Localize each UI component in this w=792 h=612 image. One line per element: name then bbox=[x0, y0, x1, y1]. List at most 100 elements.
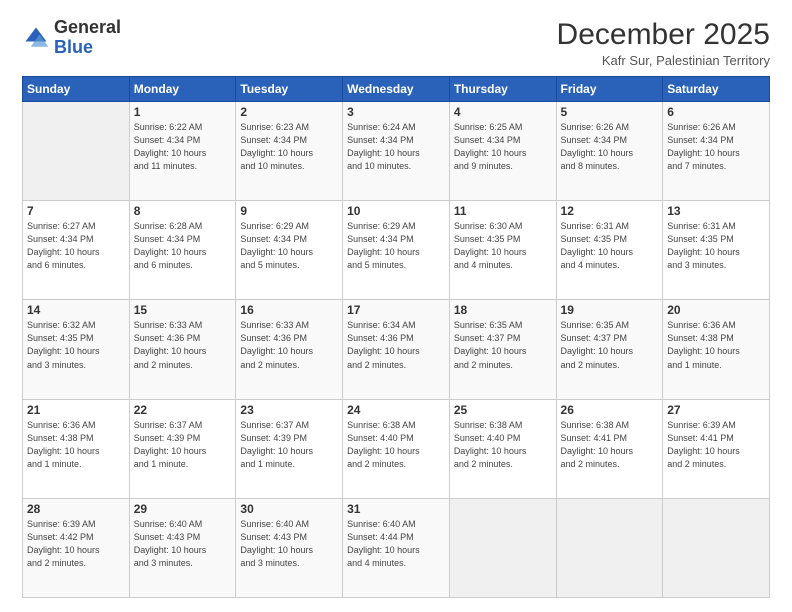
day-info: Sunrise: 6:37 AMSunset: 4:39 PMDaylight:… bbox=[134, 419, 232, 471]
day-number: 13 bbox=[667, 204, 765, 218]
table-cell: 7 Sunrise: 6:27 AMSunset: 4:34 PMDaylight… bbox=[23, 201, 130, 300]
day-info: Sunrise: 6:35 AMSunset: 4:37 PMDaylight:… bbox=[454, 319, 552, 371]
table-cell: 6Sunrise: 6:26 AMSunset: 4:34 PMDaylight… bbox=[663, 102, 770, 201]
day-number: 27 bbox=[667, 403, 765, 417]
table-cell: 25 Sunrise: 6:38 AMSunset: 4:40 PMDayligh… bbox=[449, 399, 556, 498]
table-cell: 28 Sunrise: 6:39 AMSunset: 4:42 PMDayligh… bbox=[23, 498, 130, 597]
table-cell bbox=[663, 498, 770, 597]
logo-text: General Blue bbox=[54, 18, 121, 58]
header: General Blue December 2025 Kafr Sur, Pal… bbox=[22, 18, 770, 68]
day-info: Sunrise: 6:31 AMSunset: 4:35 PMDaylight:… bbox=[667, 220, 765, 272]
day-info: Sunrise: 6:36 AMSunset: 4:38 PMDaylight:… bbox=[27, 419, 125, 471]
day-number: 6 bbox=[667, 105, 765, 119]
week-row-5: 28 Sunrise: 6:39 AMSunset: 4:42 PMDayligh… bbox=[23, 498, 770, 597]
table-cell: 16 Sunrise: 6:33 AMSunset: 4:36 PMDayligh… bbox=[236, 300, 343, 399]
table-cell: 8 Sunrise: 6:28 AMSunset: 4:34 PMDaylight… bbox=[129, 201, 236, 300]
day-info: Sunrise: 6:40 AMSunset: 4:44 PMDaylight:… bbox=[347, 518, 445, 570]
day-info: Sunrise: 6:22 AMSunset: 4:34 PMDaylight:… bbox=[134, 121, 232, 173]
day-info: Sunrise: 6:27 AMSunset: 4:34 PMDaylight:… bbox=[27, 220, 125, 272]
day-number: 9 bbox=[240, 204, 338, 218]
day-info: Sunrise: 6:38 AMSunset: 4:40 PMDaylight:… bbox=[454, 419, 552, 471]
day-info: Sunrise: 6:38 AMSunset: 4:41 PMDaylight:… bbox=[561, 419, 659, 471]
title-block: December 2025 Kafr Sur, Palestinian Terr… bbox=[557, 18, 770, 68]
day-number: 24 bbox=[347, 403, 445, 417]
day-info: Sunrise: 6:39 AMSunset: 4:42 PMDaylight:… bbox=[27, 518, 125, 570]
day-info: Sunrise: 6:32 AMSunset: 4:35 PMDaylight:… bbox=[27, 319, 125, 371]
table-cell bbox=[449, 498, 556, 597]
day-number: 2 bbox=[240, 105, 338, 119]
day-info: Sunrise: 6:40 AMSunset: 4:43 PMDaylight:… bbox=[134, 518, 232, 570]
table-cell: 20Sunrise: 6:36 AMSunset: 4:38 PMDayligh… bbox=[663, 300, 770, 399]
day-number: 30 bbox=[240, 502, 338, 516]
day-header-wednesday: Wednesday bbox=[343, 77, 450, 102]
days-of-week-row: SundayMondayTuesdayWednesdayThursdayFrid… bbox=[23, 77, 770, 102]
day-info: Sunrise: 6:30 AMSunset: 4:35 PMDaylight:… bbox=[454, 220, 552, 272]
day-header-friday: Friday bbox=[556, 77, 663, 102]
day-info: Sunrise: 6:25 AMSunset: 4:34 PMDaylight:… bbox=[454, 121, 552, 173]
day-info: Sunrise: 6:33 AMSunset: 4:36 PMDaylight:… bbox=[240, 319, 338, 371]
day-number: 23 bbox=[240, 403, 338, 417]
day-number: 17 bbox=[347, 303, 445, 317]
day-header-thursday: Thursday bbox=[449, 77, 556, 102]
day-number: 28 bbox=[27, 502, 125, 516]
table-cell: 31 Sunrise: 6:40 AMSunset: 4:44 PMDayligh… bbox=[343, 498, 450, 597]
logo-icon bbox=[22, 24, 50, 52]
table-cell bbox=[23, 102, 130, 201]
day-number: 29 bbox=[134, 502, 232, 516]
table-cell: 14Sunrise: 6:32 AMSunset: 4:35 PMDayligh… bbox=[23, 300, 130, 399]
day-info: Sunrise: 6:28 AMSunset: 4:34 PMDaylight:… bbox=[134, 220, 232, 272]
day-number: 15 bbox=[134, 303, 232, 317]
table-cell: 24 Sunrise: 6:38 AMSunset: 4:40 PMDayligh… bbox=[343, 399, 450, 498]
calendar-body: 1 Sunrise: 6:22 AMSunset: 4:34 PMDaylight… bbox=[23, 102, 770, 598]
logo: General Blue bbox=[22, 18, 121, 58]
table-cell bbox=[556, 498, 663, 597]
table-cell: 11 Sunrise: 6:30 AMSunset: 4:35 PMDayligh… bbox=[449, 201, 556, 300]
table-cell: 18 Sunrise: 6:35 AMSunset: 4:37 PMDayligh… bbox=[449, 300, 556, 399]
day-number: 7 bbox=[27, 204, 125, 218]
table-cell: 5 Sunrise: 6:26 AMSunset: 4:34 PMDaylight… bbox=[556, 102, 663, 201]
day-info: Sunrise: 6:37 AMSunset: 4:39 PMDaylight:… bbox=[240, 419, 338, 471]
table-cell: 9Sunrise: 6:29 AMSunset: 4:34 PMDaylight… bbox=[236, 201, 343, 300]
table-cell: 2 Sunrise: 6:23 AMSunset: 4:34 PMDaylight… bbox=[236, 102, 343, 201]
page: General Blue December 2025 Kafr Sur, Pal… bbox=[0, 0, 792, 612]
day-info: Sunrise: 6:38 AMSunset: 4:40 PMDaylight:… bbox=[347, 419, 445, 471]
day-number: 19 bbox=[561, 303, 659, 317]
day-number: 16 bbox=[240, 303, 338, 317]
day-number: 12 bbox=[561, 204, 659, 218]
day-info: Sunrise: 6:33 AMSunset: 4:36 PMDaylight:… bbox=[134, 319, 232, 371]
table-cell: 17Sunrise: 6:34 AMSunset: 4:36 PMDayligh… bbox=[343, 300, 450, 399]
subtitle: Kafr Sur, Palestinian Territory bbox=[557, 53, 770, 68]
week-row-3: 14Sunrise: 6:32 AMSunset: 4:35 PMDayligh… bbox=[23, 300, 770, 399]
table-cell: 21Sunrise: 6:36 AMSunset: 4:38 PMDayligh… bbox=[23, 399, 130, 498]
day-number: 8 bbox=[134, 204, 232, 218]
table-cell: 19 Sunrise: 6:35 AMSunset: 4:37 PMDayligh… bbox=[556, 300, 663, 399]
day-number: 22 bbox=[134, 403, 232, 417]
calendar-header: SundayMondayTuesdayWednesdayThursdayFrid… bbox=[23, 77, 770, 102]
week-row-2: 7 Sunrise: 6:27 AMSunset: 4:34 PMDaylight… bbox=[23, 201, 770, 300]
day-number: 18 bbox=[454, 303, 552, 317]
table-cell: 13 Sunrise: 6:31 AMSunset: 4:35 PMDayligh… bbox=[663, 201, 770, 300]
day-info: Sunrise: 6:26 AMSunset: 4:34 PMDaylight:… bbox=[561, 121, 659, 173]
day-info: Sunrise: 6:23 AMSunset: 4:34 PMDaylight:… bbox=[240, 121, 338, 173]
table-cell: 10 Sunrise: 6:29 AMSunset: 4:34 PMDayligh… bbox=[343, 201, 450, 300]
day-number: 31 bbox=[347, 502, 445, 516]
day-number: 5 bbox=[561, 105, 659, 119]
day-info: Sunrise: 6:29 AMSunset: 4:34 PMDaylight:… bbox=[347, 220, 445, 272]
calendar-table: SundayMondayTuesdayWednesdayThursdayFrid… bbox=[22, 76, 770, 598]
table-cell: 29 Sunrise: 6:40 AMSunset: 4:43 PMDayligh… bbox=[129, 498, 236, 597]
day-number: 26 bbox=[561, 403, 659, 417]
day-number: 25 bbox=[454, 403, 552, 417]
table-cell: 23 Sunrise: 6:37 AMSunset: 4:39 PMDayligh… bbox=[236, 399, 343, 498]
day-info: Sunrise: 6:40 AMSunset: 4:43 PMDaylight:… bbox=[240, 518, 338, 570]
table-cell: 22 Sunrise: 6:37 AMSunset: 4:39 PMDayligh… bbox=[129, 399, 236, 498]
day-number: 1 bbox=[134, 105, 232, 119]
table-cell: 3Sunrise: 6:24 AMSunset: 4:34 PMDaylight… bbox=[343, 102, 450, 201]
table-cell: 15 Sunrise: 6:33 AMSunset: 4:36 PMDayligh… bbox=[129, 300, 236, 399]
day-number: 10 bbox=[347, 204, 445, 218]
main-title: December 2025 bbox=[557, 18, 770, 51]
day-info: Sunrise: 6:36 AMSunset: 4:38 PMDaylight:… bbox=[667, 319, 765, 371]
day-number: 11 bbox=[454, 204, 552, 218]
table-cell: 27Sunrise: 6:39 AMSunset: 4:41 PMDayligh… bbox=[663, 399, 770, 498]
day-info: Sunrise: 6:35 AMSunset: 4:37 PMDaylight:… bbox=[561, 319, 659, 371]
table-cell: 30 Sunrise: 6:40 AMSunset: 4:43 PMDayligh… bbox=[236, 498, 343, 597]
